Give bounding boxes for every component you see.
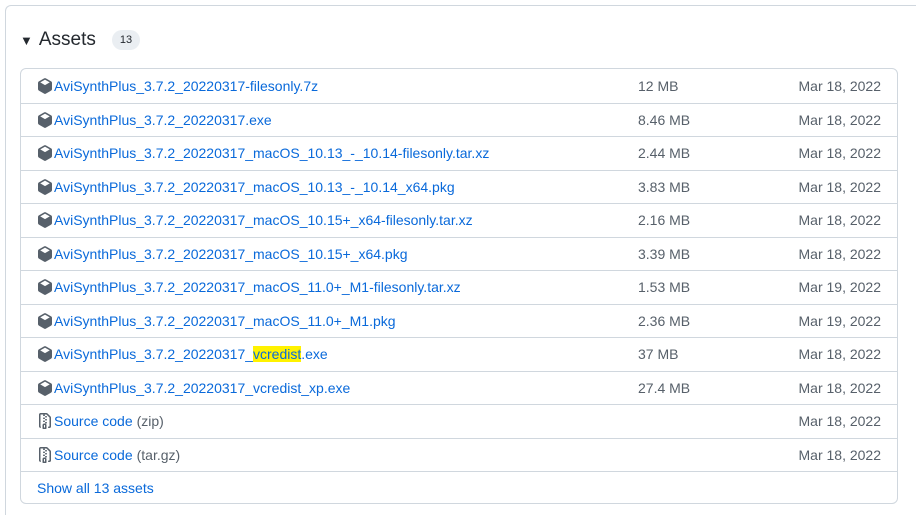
asset-size: 27.4 MB (638, 379, 691, 396)
asset-size: 8.46 MB (638, 111, 691, 128)
asset-date: Mar 18, 2022 (798, 77, 882, 94)
package-icon (38, 346, 52, 363)
package-icon (38, 212, 52, 229)
show-all-row: Show all 13 assets (21, 471, 897, 503)
asset-name: AviSynthPlus_3.7.2_20220317_macOS_10.13_… (54, 145, 490, 162)
package-icon (38, 245, 52, 262)
package-icon (38, 178, 52, 195)
asset-size: 2.16 MB (638, 212, 691, 229)
source-date: Mar 18, 2022 (798, 446, 882, 463)
package-icon (38, 111, 52, 128)
asset-date: Mar 18, 2022 (798, 111, 882, 128)
asset-link[interactable]: AviSynthPlus_3.7.2_20220317_macOS_11.0+_… (37, 279, 461, 295)
asset-size: 2.44 MB (638, 145, 691, 162)
asset-link[interactable]: AviSynthPlus_3.7.2_20220317-filesonly.7z (37, 78, 318, 94)
asset-name-suffix: .exe (301, 346, 328, 363)
package-icon (38, 379, 52, 396)
source-targz-link[interactable]: Source code (tar.gz) (37, 446, 181, 463)
asset-date: Mar 19, 2022 (798, 312, 882, 329)
package-icon (38, 279, 52, 296)
asset-link[interactable]: AviSynthPlus_3.7.2_20220317_ vcredist .exe (37, 346, 328, 363)
source-format: (zip) (136, 413, 164, 430)
asset-link[interactable]: AviSynthPlus_3.7.2_20220317.exe (37, 112, 272, 128)
source-format: (tar.gz) (136, 446, 181, 463)
asset-row: AviSynthPlus_3.7.2_20220317_macOS_11.0+_… (21, 270, 897, 304)
asset-link[interactable]: AviSynthPlus_3.7.2_20220317_macOS_10.13_… (37, 179, 455, 195)
asset-name: AviSynthPlus_3.7.2_20220317-filesonly.7z (54, 77, 319, 94)
assets-list: AviSynthPlus_3.7.2_20220317-filesonly.7z… (20, 68, 898, 504)
asset-date: Mar 18, 2022 (798, 379, 882, 396)
asset-size: 1.53 MB (638, 279, 691, 296)
asset-row: AviSynthPlus_3.7.2_20220317_macOS_10.13_… (21, 136, 897, 170)
assets-count-badge: 13 (111, 29, 141, 51)
assets-title[interactable]: Assets (39, 29, 96, 51)
triangle-down-icon[interactable]: ▼ (20, 34, 33, 47)
asset-date: Mar 19, 2022 (798, 279, 882, 296)
asset-date: Mar 18, 2022 (798, 346, 882, 363)
source-label: Source code (54, 413, 133, 430)
asset-row: AviSynthPlus_3.7.2_20220317_ vcredist .exe… (21, 337, 897, 371)
asset-link[interactable]: AviSynthPlus_3.7.2_20220317_macOS_10.15+… (37, 246, 408, 262)
asset-row: AviSynthPlus_3.7.2_20220317-filesonly.7z… (21, 69, 897, 103)
assets-header[interactable]: ▼ Assets 13 (20, 26, 141, 54)
asset-link[interactable]: AviSynthPlus_3.7.2_20220317_macOS_10.13_… (37, 145, 489, 161)
asset-name: AviSynthPlus_3.7.2_20220317_macOS_10.13_… (54, 178, 455, 195)
file-zip-icon (39, 413, 51, 430)
asset-size: 12 MB (638, 77, 679, 94)
search-highlight: vcredist (253, 346, 302, 363)
source-row: Source code (zip) Mar 18, 2022 (21, 404, 897, 438)
asset-row: AviSynthPlus_3.7.2_20220317.exe 8.46 MB … (21, 102, 897, 137)
source-date: Mar 18, 2022 (798, 413, 882, 430)
asset-size: 3.83 MB (638, 178, 691, 195)
package-icon (38, 312, 52, 329)
asset-name: AviSynthPlus_3.7.2_20220317_macOS_11.0+_… (54, 312, 396, 329)
asset-row: AviSynthPlus_3.7.2_20220317_vcredist_xp.… (21, 370, 897, 405)
asset-size: 37 MB (638, 346, 679, 363)
file-zip-icon (39, 446, 51, 463)
source-row: Source code (tar.gz) Mar 18, 2022 (21, 437, 897, 472)
asset-name: AviSynthPlus_3.7.2_20220317_macOS_11.0+_… (54, 279, 461, 296)
source-zip-link[interactable]: Source code (zip) (37, 413, 164, 430)
asset-name: AviSynthPlus_3.7.2_20220317.exe (54, 111, 272, 128)
asset-row: AviSynthPlus_3.7.2_20220317_macOS_10.15+… (21, 236, 897, 271)
asset-size: 3.39 MB (638, 245, 691, 262)
asset-row: AviSynthPlus_3.7.2_20220317_macOS_10.13_… (21, 169, 897, 204)
asset-date: Mar 18, 2022 (798, 178, 882, 195)
asset-name: AviSynthPlus_3.7.2_20220317_macOS_10.15+… (54, 245, 408, 262)
package-icon (38, 145, 52, 162)
asset-name: AviSynthPlus_3.7.2_20220317_macOS_10.15+… (54, 212, 473, 229)
asset-row: AviSynthPlus_3.7.2_20220317_macOS_11.0+_… (21, 303, 897, 338)
package-icon (38, 77, 52, 94)
asset-date: Mar 18, 2022 (798, 145, 882, 162)
asset-date: Mar 18, 2022 (798, 245, 882, 262)
asset-link[interactable]: AviSynthPlus_3.7.2_20220317_macOS_11.0+_… (37, 313, 396, 329)
asset-name: AviSynthPlus_3.7.2_20220317_vcredist_xp.… (54, 379, 351, 396)
asset-size: 2.36 MB (638, 312, 691, 329)
asset-date: Mar 18, 2022 (798, 212, 882, 229)
asset-link[interactable]: AviSynthPlus_3.7.2_20220317_vcredist_xp.… (37, 380, 350, 396)
asset-link[interactable]: AviSynthPlus_3.7.2_20220317_macOS_10.15+… (37, 212, 473, 228)
show-all-assets-link[interactable]: Show all 13 assets (37, 480, 154, 496)
asset-name-prefix: AviSynthPlus_3.7.2_20220317_ (54, 346, 254, 363)
source-label: Source code (54, 446, 133, 463)
asset-row: AviSynthPlus_3.7.2_20220317_macOS_10.15+… (21, 203, 897, 237)
